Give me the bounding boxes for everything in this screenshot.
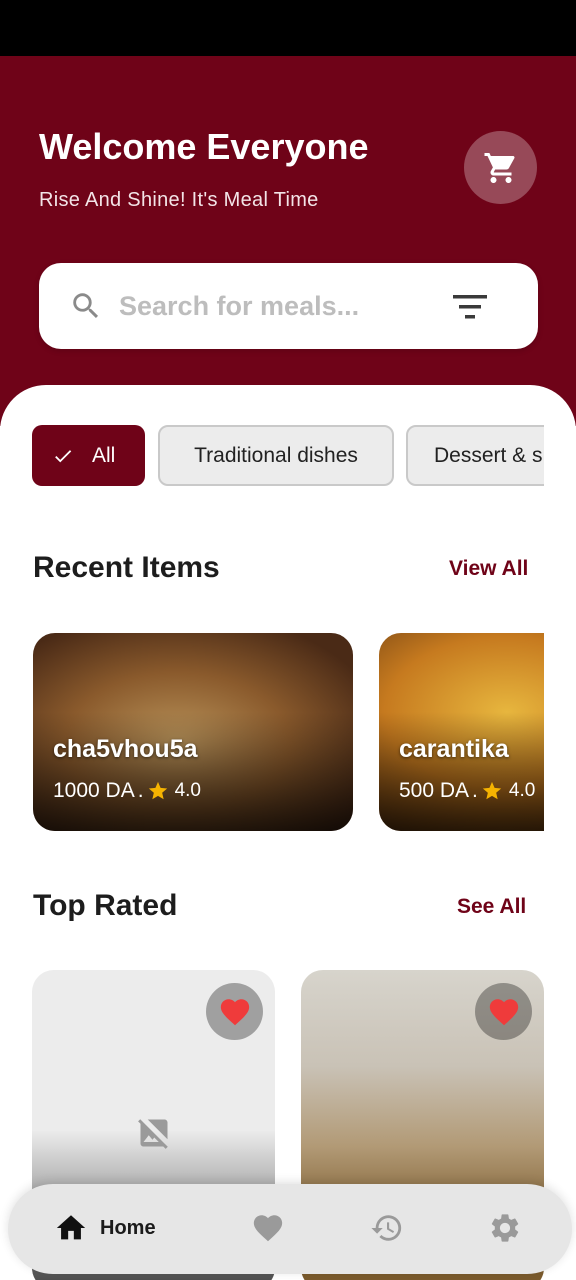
item-meta: 1000 DA . 4.0	[53, 779, 201, 803]
chip-label: All	[92, 443, 116, 467]
cart-icon	[484, 152, 515, 183]
image-overlay	[379, 712, 544, 831]
item-meta: 500 DA . 4.0	[399, 779, 535, 803]
filter-icon[interactable]	[453, 293, 487, 321]
star-icon	[482, 781, 502, 800]
home-icon	[56, 1215, 86, 1240]
search-input[interactable]	[119, 285, 419, 327]
nav-home[interactable]: Home	[54, 1211, 156, 1245]
chip-label: Dessert & s	[434, 443, 543, 467]
chip-label: Traditional dishes	[194, 443, 358, 467]
favorite-button[interactable]	[475, 983, 532, 1040]
heart-icon[interactable]	[251, 1211, 285, 1245]
separator: .	[472, 779, 478, 802]
recent-items-list: cha5vhou5a 1000 DA . 4.0 carantika 500 D…	[33, 633, 544, 832]
heart-icon	[489, 998, 518, 1025]
separator: .	[137, 779, 144, 802]
chip-traditional-dishes[interactable]: Traditional dishes	[158, 425, 394, 486]
view-all-link[interactable]: View All	[449, 557, 528, 581]
star-icon	[148, 781, 167, 800]
favorite-button[interactable]	[206, 983, 263, 1040]
check-icon	[55, 449, 72, 462]
recent-items-title: Recent Items	[33, 551, 220, 584]
history-icon[interactable]	[370, 1211, 404, 1245]
page-subtitle: Rise And Shine! It's Meal Time	[39, 189, 319, 211]
item-price: 500 DA	[399, 779, 470, 802]
top-rated-title: Top Rated	[33, 889, 178, 922]
recent-item-card[interactable]: carantika 500 DA . 4.0	[379, 633, 544, 831]
header-banner	[0, 56, 576, 426]
recent-item-card[interactable]: cha5vhou5a 1000 DA . 4.0	[33, 633, 353, 831]
item-name: carantika	[399, 735, 509, 763]
item-rating: 4.0	[174, 780, 201, 801]
item-name: cha5vhou5a	[53, 735, 198, 763]
search-icon	[73, 293, 99, 319]
category-chips: All Traditional dishes Dessert & s	[32, 425, 544, 487]
chip-all[interactable]: All	[32, 425, 145, 486]
chip-dessert[interactable]: Dessert & s	[406, 425, 544, 486]
item-price: 1000 DA	[53, 779, 135, 802]
search-bar	[39, 263, 538, 349]
page-title: Welcome Everyone	[39, 126, 369, 167]
broken-image-icon	[138, 1119, 168, 1149]
status-bar	[0, 0, 576, 56]
bottom-nav: Home	[8, 1184, 572, 1274]
nav-home-label: Home	[100, 1216, 156, 1239]
see-all-link[interactable]: See All	[457, 895, 526, 919]
heart-icon	[220, 998, 249, 1025]
image-overlay	[33, 712, 353, 831]
gear-icon[interactable]	[488, 1211, 522, 1245]
cart-button[interactable]	[464, 131, 537, 204]
item-rating: 4.0	[508, 780, 536, 801]
